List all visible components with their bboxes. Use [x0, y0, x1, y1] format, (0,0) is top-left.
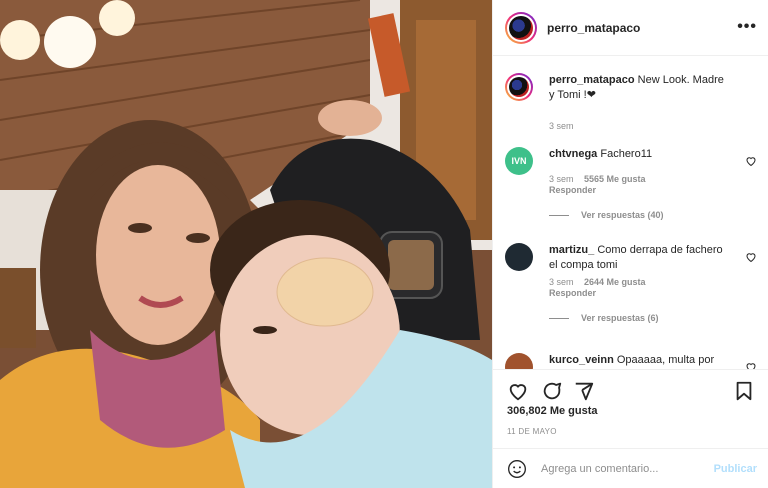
comment-input[interactable] [541, 462, 701, 475]
comment-likes[interactable]: 5565 Me gusta [584, 174, 646, 184]
comment-item: IVN chtvnega Fachero11 3 sem 5565 Me gus… [505, 147, 761, 220]
view-replies-button[interactable]: Ver respuestas (6) [549, 313, 761, 323]
caption-username[interactable]: perro_matapaco [549, 74, 635, 86]
comment-avatar[interactable] [505, 243, 533, 271]
heart-icon[interactable] [745, 155, 757, 167]
share-icon[interactable] [573, 380, 595, 402]
author-username[interactable]: perro_matapaco [547, 21, 640, 35]
more-options-icon[interactable]: ••• [737, 18, 757, 36]
caption: perro_matapaco New Look. Madre y Tomi !❤… [505, 73, 761, 132]
post-sidebar: perro_matapaco ••• perro_matapaco New Lo… [492, 0, 768, 488]
comment-username[interactable]: martizu_ [549, 244, 594, 256]
comment-text: Fachero11 [600, 148, 653, 160]
post-date[interactable]: 11 DE MAYO [507, 427, 557, 436]
reply-button[interactable]: Responder [549, 185, 761, 196]
bookmark-icon[interactable] [733, 380, 755, 402]
comment-item: kurco_veinn Opaaaaa, multa por [505, 353, 761, 369]
caption-avatar[interactable] [505, 73, 533, 101]
likes-count[interactable]: 306,802 Me gusta [507, 405, 598, 417]
view-replies-label: Ver respuestas (6) [581, 313, 659, 323]
comment-item: martizu_ Como derrapa de fachero el comp… [505, 243, 761, 323]
comment-username[interactable]: kurco_veinn [549, 354, 614, 366]
publish-button[interactable]: Publicar [714, 463, 757, 475]
heart-icon[interactable] [745, 251, 757, 263]
view-replies-label: Ver respuestas (40) [581, 210, 664, 220]
comment-username[interactable]: chtvnega [549, 148, 597, 160]
photo-image [0, 0, 492, 488]
post-photo[interactable] [0, 0, 492, 488]
comment-icon[interactable] [541, 380, 563, 402]
comment-time[interactable]: 3 sem [549, 174, 574, 184]
comment-time[interactable]: 3 sem [549, 277, 574, 287]
heart-icon[interactable] [507, 380, 529, 402]
author-avatar[interactable] [505, 11, 537, 44]
reply-button[interactable]: Responder [549, 288, 761, 299]
comment-avatar[interactable] [505, 353, 533, 369]
caption-time[interactable]: 3 sem [549, 121, 574, 131]
comment-box: Publicar [493, 448, 768, 488]
comments-list[interactable]: perro_matapaco New Look. Madre y Tomi !❤… [493, 57, 768, 369]
post-header: perro_matapaco ••• [493, 0, 768, 56]
heart-icon[interactable] [745, 361, 757, 369]
comment-avatar[interactable]: IVN [505, 147, 533, 175]
comment-text: Opaaaaa, multa por [616, 354, 715, 366]
emoji-icon[interactable] [507, 459, 527, 479]
comment-likes[interactable]: 2644 Me gusta [584, 277, 646, 287]
view-replies-button[interactable]: Ver respuestas (40) [549, 210, 761, 220]
